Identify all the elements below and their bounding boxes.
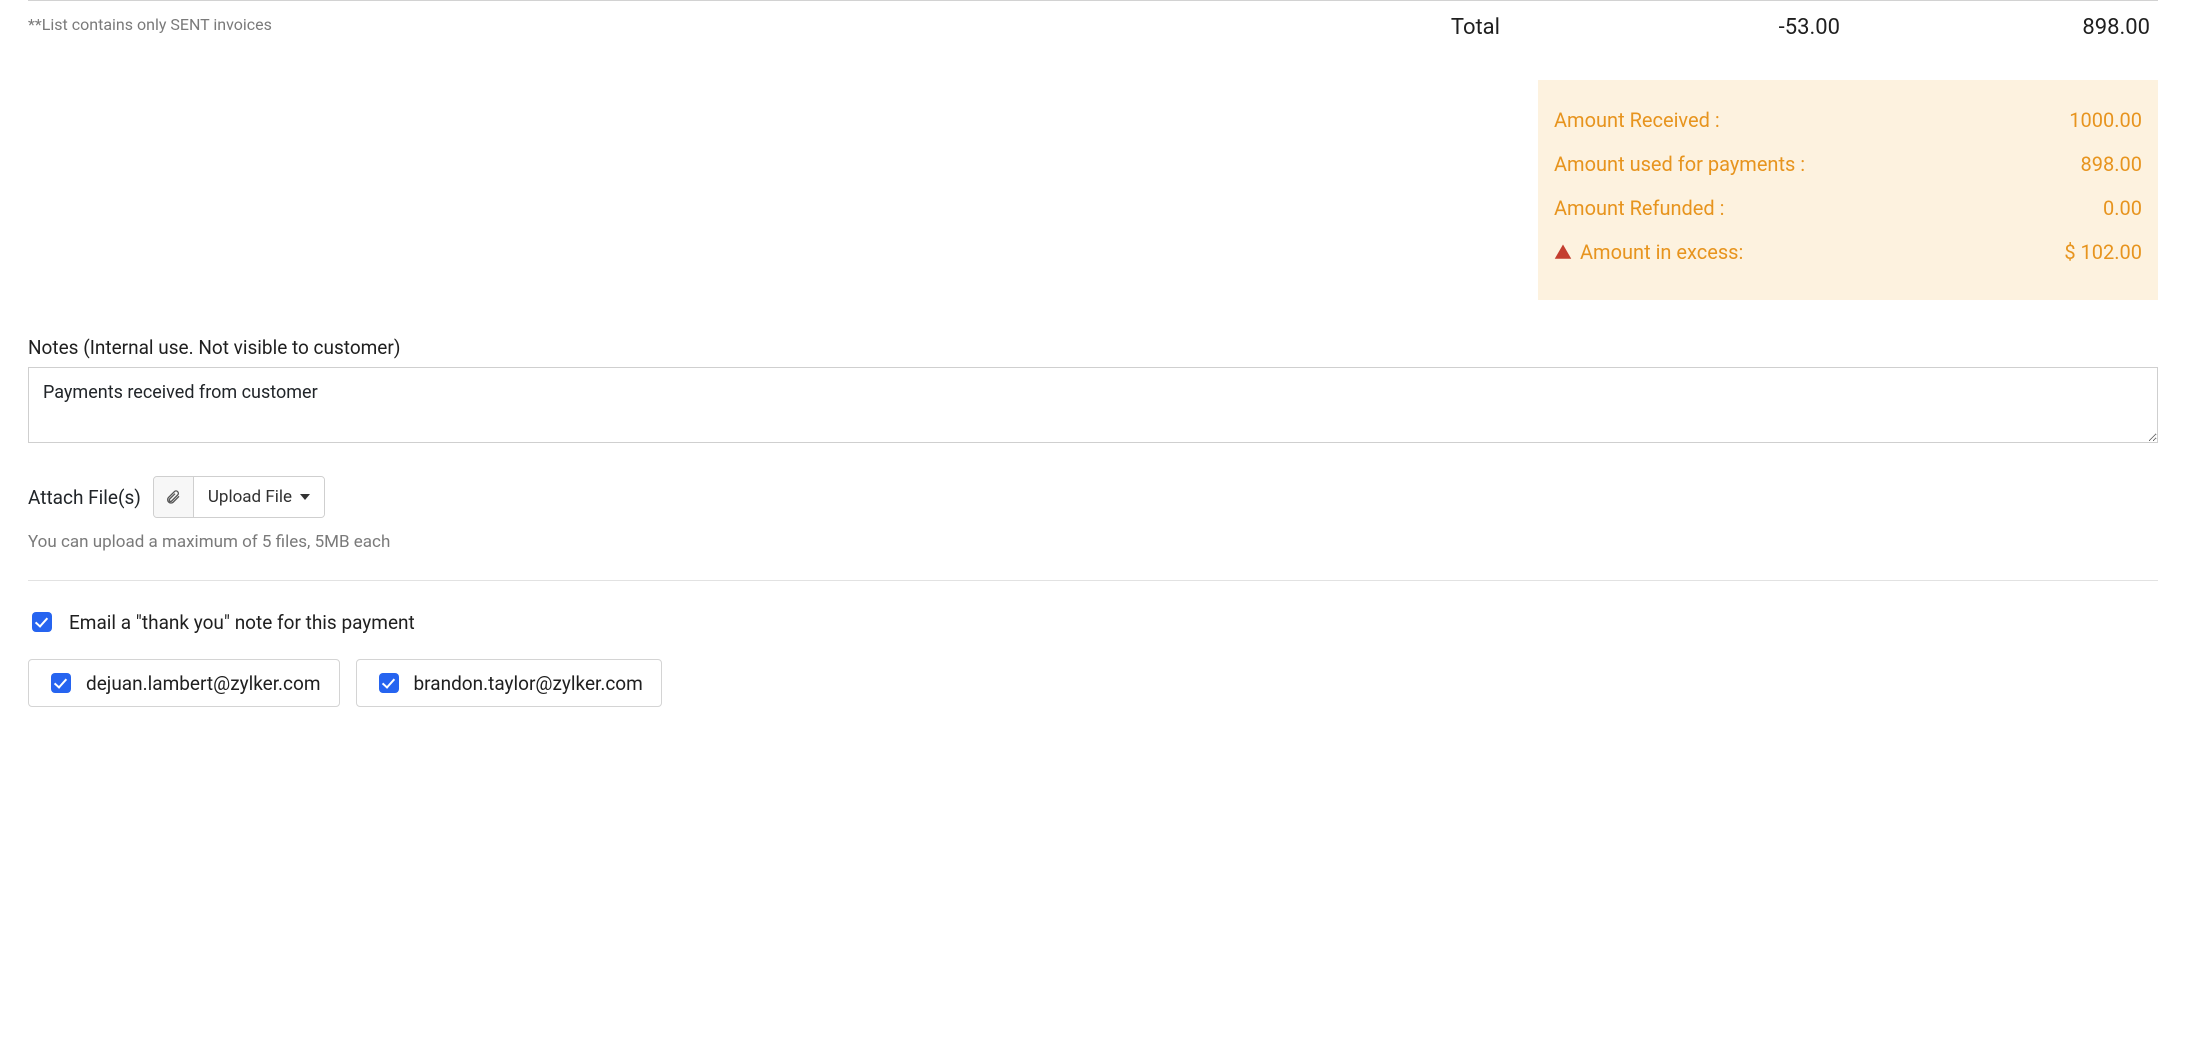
email-chips: dejuan.lambert@zylker.com brandon.taylor…	[28, 659, 2158, 707]
email-address: dejuan.lambert@zylker.com	[86, 672, 321, 695]
summary-value: 898.00	[2032, 152, 2142, 176]
sent-invoices-note: **List contains only SENT invoices	[28, 15, 272, 34]
email-checkbox[interactable]	[51, 673, 71, 693]
section-divider	[28, 580, 2158, 581]
summary-box: Amount Received : 1000.00 Amount used fo…	[1538, 80, 2158, 300]
top-divider	[28, 0, 2158, 1]
notes-section: Notes (Internal use. Not visible to cust…	[28, 336, 2158, 448]
summary-row-received: Amount Received : 1000.00	[1554, 98, 2142, 142]
warning-icon	[1554, 243, 1572, 261]
notes-textarea[interactable]	[28, 367, 2158, 443]
upload-file-label: Upload File	[208, 487, 292, 507]
email-chip: brandon.taylor@zylker.com	[356, 659, 662, 707]
thankyou-checkbox[interactable]	[32, 612, 52, 632]
upload-file-group: Upload File	[153, 476, 325, 518]
email-chip: dejuan.lambert@zylker.com	[28, 659, 340, 707]
attach-label: Attach File(s)	[28, 486, 141, 509]
caret-down-icon	[300, 487, 310, 507]
summary-row-refunded: Amount Refunded : 0.00	[1554, 186, 2142, 230]
total-label: Total	[1451, 15, 1500, 40]
notes-label: Notes (Internal use. Not visible to cust…	[28, 336, 2158, 359]
summary-value: 0.00	[2032, 196, 2142, 220]
summary-row-used: Amount used for payments : 898.00	[1554, 142, 2142, 186]
upload-hint: You can upload a maximum of 5 files, 5MB…	[28, 532, 2158, 552]
paperclip-icon[interactable]	[154, 477, 194, 517]
top-row: **List contains only SENT invoices Total…	[28, 15, 2158, 40]
thankyou-row: Email a "thank you" note for this paymen…	[28, 609, 2158, 635]
summary-row-excess: Amount in excess: $ 102.00	[1554, 230, 2142, 274]
thankyou-label: Email a "thank you" note for this paymen…	[69, 611, 415, 634]
summary-label: Amount in excess:	[1580, 240, 1743, 264]
summary-label: Amount Refunded :	[1554, 196, 1725, 220]
email-checkbox[interactable]	[379, 673, 399, 693]
total-line: Total -53.00 898.00	[1451, 15, 2158, 40]
upload-file-button[interactable]: Upload File	[194, 477, 324, 517]
email-address: brandon.taylor@zylker.com	[414, 672, 643, 695]
total-amount: 898.00	[2020, 15, 2150, 40]
summary-label: Amount Received :	[1554, 108, 1720, 132]
attach-section: Attach File(s) Upload File	[28, 476, 2158, 518]
summary-label: Amount used for payments :	[1554, 152, 1805, 176]
summary-value: $ 102.00	[2032, 240, 2142, 264]
total-adjustment: -53.00	[1760, 15, 1840, 40]
summary-value: 1000.00	[2032, 108, 2142, 132]
